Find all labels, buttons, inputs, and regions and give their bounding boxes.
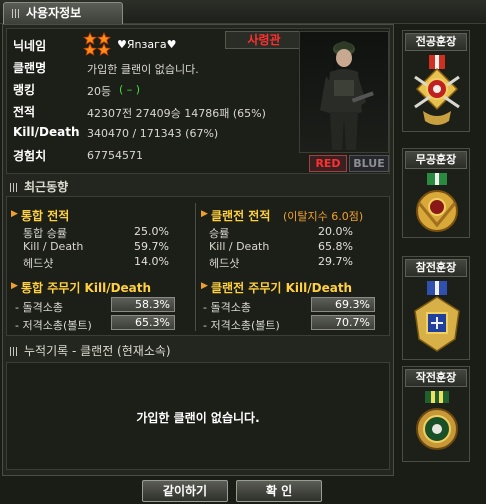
total-row-value: 14.0% [134,255,169,268]
exp-value: 67754571 [87,149,143,162]
military-merit-medal-icon [416,173,458,232]
team-red-label: RED [315,157,341,170]
arrow-right-icon: ▶ [201,209,208,219]
medal-title: 무공훈장 [405,151,467,169]
team-blue-button[interactable]: BLUE [349,155,389,172]
recent-section: ▶ 통합 전적 통합 승률 25.0% Kill / Death 59.7% 헤… [6,196,390,336]
arrow-right-icon: ▶ [11,281,18,291]
grip-icon [10,183,19,192]
cumulative-section-header: 누적기록 - 클랜전 (현재소속) [4,342,392,360]
total-row-value: 25.0% [134,225,169,238]
kd-label: Kill/Death [13,125,80,139]
total-row-label: Kill / Death [23,240,84,253]
medal-title: 참전훈장 [405,259,467,277]
operation-medal-icon [416,391,458,450]
clan-label: 클랜명 [13,61,47,75]
record-value: 42307전 27409승 14786패 (65%) [87,107,266,120]
arrow-right-icon: ▶ [201,281,208,291]
nickname-value: ♥Яnзaгa♥ [117,38,177,51]
record-label: 전적 [13,105,36,119]
weapon-label: - 돌격소총 [15,301,63,314]
clan-row-value: 29.7% [318,255,353,268]
cumulative-message: 가입한 클랜이 없습니다. [136,411,260,425]
medal-title: 전공훈장 [405,33,467,51]
clan-record-note: (이탈지수 6.0점) [283,210,364,223]
recent-section-header: 최근동향 [4,178,392,196]
total-weapon-title: 통합 주무기 Kill/Death [21,281,152,295]
clan-row-label: 승률 [209,227,230,240]
rank-title: 사령관 [247,33,281,47]
team-blue-label: BLUE [353,157,385,170]
tab-user-info[interactable]: 사용자정보 [3,2,123,24]
rank-title-badge: 사령관 [225,31,303,49]
grip-icon [12,9,21,18]
confirm-button[interactable]: 확 인 [236,480,322,502]
clan-weapon-label: - 돌격소총 [203,301,251,314]
medal-card[interactable]: 참전훈장 [402,256,470,360]
total-row-label: 헤드샷 [23,257,54,270]
ranking-value: 20등 [87,85,112,98]
total-row-value: 59.7% [134,240,169,253]
ranking-label: 랭킹 [13,83,36,97]
profile-section: 닉네임 ♥Яnзaгa♥ 사령관 클랜명 가입한 클랜이 없습니다. 랭킹 20… [6,28,390,174]
ranking-change: ( – ) [119,83,141,96]
combat-merit-medal-icon [414,55,460,125]
medal-card[interactable]: 작전훈장 [402,366,470,462]
clan-row-label: Kill / Death [209,240,270,253]
clan-weapon-bar: 70.7% [311,315,375,330]
medal-card[interactable]: 무공훈장 [402,148,470,238]
exp-label: 경험치 [13,149,47,163]
nickname-label: 닉네임 [13,39,47,53]
clan-weapon-value: 69.3% [335,298,370,311]
team-red-button[interactable]: RED [309,155,347,172]
kd-value: 340470 / 171343 (67%) [87,127,219,140]
clan-weapon-bar: 69.3% [311,297,375,312]
weapon-bar: 58.3% [111,297,175,312]
grip-icon [10,347,19,356]
medal-card[interactable]: 전공훈장 [402,30,470,132]
total-record-title: 통합 전적 [21,209,70,223]
clan-record-title: 클랜전 전적 [211,209,271,223]
clan-weapon-value: 70.7% [335,316,370,329]
clan-row-value: 65.8% [318,240,353,253]
total-row-label: 통합 승률 [23,227,67,240]
weapon-value: 58.3% [135,298,170,311]
participation-medal-icon [414,281,460,352]
medal-title: 작전훈장 [405,369,467,387]
weapon-bar: 65.3% [111,315,175,330]
weapon-value: 65.3% [135,316,170,329]
rank-stars-icon [83,32,112,56]
arrow-right-icon: ▶ [11,209,18,219]
character-portrait [299,31,389,153]
soldier-figure-icon [320,41,374,150]
clan-value: 가입한 클랜이 없습니다. [87,63,199,76]
cumulative-section: 가입한 클랜이 없습니다. [6,362,390,470]
recent-title: 최근동향 [24,180,69,194]
tab-bar: 사용자정보 [0,0,486,24]
tab-user-info-label: 사용자정보 [26,6,82,20]
play-together-button[interactable]: 같이하기 [142,480,228,502]
recent-divider [195,203,196,331]
cumulative-title: 누적기록 - 클랜전 (현재소속) [24,344,171,358]
clan-weapon-label: - 저격소총(볼트) [203,319,280,332]
weapon-label: - 저격소총(볼트) [15,319,92,332]
clan-weapon-title: 클랜전 주무기 Kill/Death [211,281,353,295]
clan-row-value: 20.0% [318,225,353,238]
clan-row-label: 헤드샷 [209,257,240,270]
